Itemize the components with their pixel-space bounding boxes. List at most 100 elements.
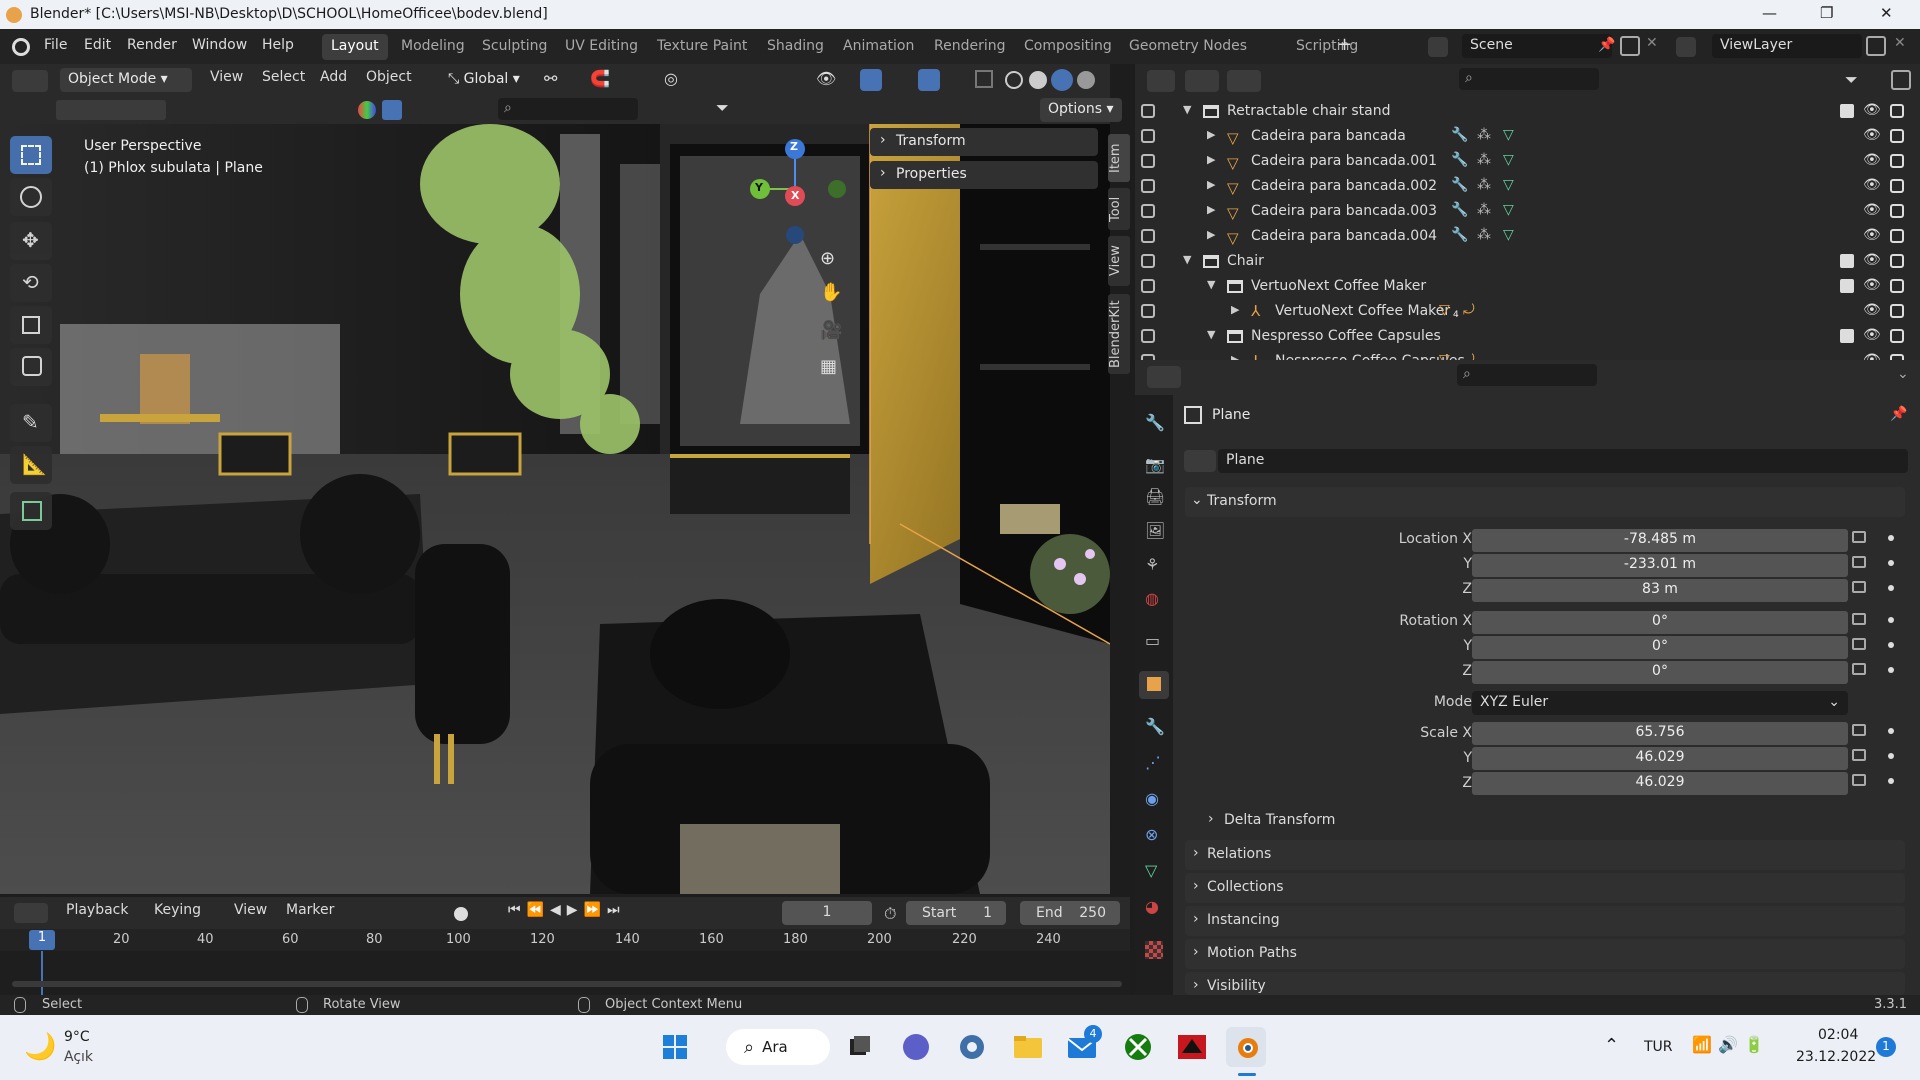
menu-view[interactable]: View [210, 69, 243, 85]
new-viewlayer-icon[interactable] [1866, 36, 1886, 56]
xray-icon[interactable] [975, 70, 993, 88]
display-mode-icon[interactable] [1185, 70, 1219, 92]
outliner-row[interactable]: ▶ ⅄ VertuoNext Coffee Maker ▽ 4 ⤾ 👁 [1135, 300, 1920, 325]
select-mode-icons[interactable] [56, 100, 166, 120]
transform-tool[interactable] [10, 348, 52, 386]
clock-icon[interactable]: ⏱ [884, 904, 896, 924]
scale-y-field[interactable]: 46.029 [1472, 747, 1848, 770]
rendered-shading-icon[interactable] [1077, 71, 1095, 89]
particle-icon[interactable]: ⁂ [1477, 152, 1491, 168]
menu-select[interactable]: Select [262, 69, 305, 85]
start-button[interactable] [655, 1027, 695, 1067]
lock-icon[interactable] [1852, 774, 1866, 786]
children-icon[interactable]: ▽ [1439, 352, 1450, 360]
color-icon[interactable] [358, 101, 376, 119]
tab-animation[interactable]: Animation [834, 34, 923, 60]
keyframe-dot-icon[interactable] [1888, 778, 1894, 784]
tab-scripting[interactable]: Scripting [1287, 34, 1367, 60]
render-camera-icon[interactable] [1890, 204, 1904, 218]
tab-geometry-nodes[interactable]: Geometry Nodes [1120, 34, 1256, 60]
menu-file[interactable]: File [44, 37, 67, 53]
eye-visibility-icon[interactable]: 👁 [1863, 352, 1881, 360]
collection-checkbox[interactable] [1840, 329, 1854, 343]
shading-selected-icon[interactable] [382, 100, 402, 120]
expand-right-icon[interactable]: ▶ [1207, 228, 1215, 241]
tab-compositing[interactable]: Compositing [1015, 34, 1121, 60]
render-tab-icon[interactable]: 📷 [1145, 455, 1165, 474]
viewlayer-browse-icon[interactable] [1676, 37, 1696, 57]
properties-search-field[interactable]: ⌕ [1457, 364, 1597, 386]
outliner-row[interactable]: ▶ ⅄ Nespresso Coffee Capsules▽ ⤾ 👁 [1135, 350, 1920, 360]
outliner-row[interactable]: ▶ ▽ Cadeira para bancada.002 🔧 ⁂ ▽ 👁 [1135, 175, 1920, 200]
outliner-row[interactable]: ▼ VertuoNext Coffee Maker 👁 [1135, 275, 1920, 300]
render-camera-icon[interactable] [1890, 254, 1904, 268]
eye-visibility-icon[interactable]: 👁 [1863, 152, 1881, 168]
mesh-data-icon[interactable]: ▽ [1503, 227, 1514, 243]
menu-marker[interactable]: Marker [286, 902, 334, 918]
tab-layout[interactable]: Layout [322, 34, 388, 60]
battery-icon[interactable]: 🔋 [1744, 1035, 1764, 1054]
wifi-icon[interactable]: 📶 [1692, 1035, 1712, 1054]
location-x-field[interactable]: -78.485 m [1472, 529, 1848, 552]
modifier-icon[interactable]: 🔧 [1451, 127, 1468, 143]
particle-icon[interactable]: ⁂ [1477, 202, 1491, 218]
delete-viewlayer-icon[interactable]: ✕ [1894, 35, 1906, 51]
modifier-tab-icon[interactable]: 🔧 [1145, 717, 1165, 736]
expand-right-icon[interactable]: ▶ [1207, 153, 1215, 166]
particles-tab-icon[interactable]: ⋰ [1145, 753, 1161, 772]
world-tab-icon[interactable]: ◍ [1145, 589, 1159, 608]
modifier-icon[interactable]: 🔧 [1451, 227, 1468, 243]
menu-keying[interactable]: Keying [154, 902, 201, 918]
output-tab-icon[interactable]: 🖨 [1145, 487, 1165, 506]
expand-right-icon[interactable]: ▶ [1231, 353, 1239, 360]
eye-visibility-icon[interactable]: 👁 [1863, 277, 1881, 293]
expand-right-icon[interactable]: ▶ [1207, 203, 1215, 216]
rotation-mode-dropdown[interactable]: XYZ Euler ⌄ [1472, 691, 1848, 715]
particle-icon[interactable]: ⁂ [1477, 127, 1491, 143]
outliner-search-field[interactable]: ⌕ [1459, 68, 1599, 90]
tab-shading[interactable]: Shading [758, 34, 833, 60]
viewport-search-field[interactable]: ⌕ [498, 98, 638, 120]
menu-window[interactable]: Window [192, 37, 247, 53]
npanel-transform[interactable]: › Transform [870, 128, 1098, 156]
lock-icon[interactable] [1852, 663, 1866, 675]
start-frame-field[interactable]: Start 1 [906, 901, 1006, 925]
children-icon[interactable]: ▽ [1439, 302, 1450, 318]
transform-panel-header[interactable]: ⌄ Transform [1185, 487, 1905, 517]
keyframe-dot-icon[interactable] [1888, 535, 1894, 541]
relations-panel[interactable]: › Relations [1185, 840, 1905, 870]
physics-tab-icon[interactable]: ◉ [1145, 789, 1159, 808]
editor-type-icon[interactable] [12, 70, 48, 92]
expand-down-icon[interactable]: ▼ [1207, 328, 1215, 341]
outliner-row[interactable]: ▶ ▽ Cadeira para bancada.004 🔧 ⁂ ▽ 👁 [1135, 225, 1920, 250]
lock-icon[interactable] [1852, 556, 1866, 568]
scene-pin-icon[interactable]: 📌 [1598, 37, 1615, 53]
particle-icon[interactable]: ⁂ [1477, 177, 1491, 193]
blender-menu-icon[interactable] [12, 38, 30, 56]
scene-name-field[interactable]: Scene [1462, 34, 1612, 58]
render-camera-icon[interactable] [1890, 304, 1904, 318]
display-filter-icon[interactable] [1227, 70, 1261, 92]
wireframe-shading-icon[interactable] [1005, 71, 1023, 89]
chevron-down-icon[interactable]: ⌄ [1897, 366, 1909, 382]
expand-down-icon[interactable]: ▼ [1207, 278, 1215, 291]
ortho-grid-icon[interactable]: ▦ [820, 356, 837, 377]
eye-visibility-icon[interactable]: 👁 [1863, 202, 1881, 218]
sidebar-tab-view[interactable]: View [1108, 236, 1130, 286]
clock-time[interactable]: 02:04 [1818, 1027, 1858, 1043]
solid-shading-icon[interactable] [1029, 71, 1047, 89]
taskbar-search[interactable]: ⌕ Ara [726, 1029, 830, 1065]
clock-date[interactable]: 23.12.2022 [1796, 1049, 1876, 1065]
outliner-filter-icon[interactable]: ⏷ [1845, 70, 1858, 90]
rotation-y-field[interactable]: 0° [1472, 636, 1848, 659]
modifier-icon[interactable]: 🔧 [1451, 177, 1468, 193]
lock-icon[interactable] [1852, 613, 1866, 625]
snap-icon[interactable]: 🧲 [590, 69, 610, 88]
delta-transform-subpanel[interactable]: › Delta Transform [1200, 808, 1900, 834]
tab-rendering[interactable]: Rendering [925, 34, 1015, 60]
keyframe-dot-icon[interactable] [1888, 728, 1894, 734]
annotate-tool[interactable]: ✎ [10, 404, 52, 442]
move-tool[interactable]: ✥ [10, 222, 52, 260]
volume-icon[interactable]: 🔊 [1718, 1035, 1738, 1054]
xbox-icon[interactable] [1118, 1027, 1158, 1067]
